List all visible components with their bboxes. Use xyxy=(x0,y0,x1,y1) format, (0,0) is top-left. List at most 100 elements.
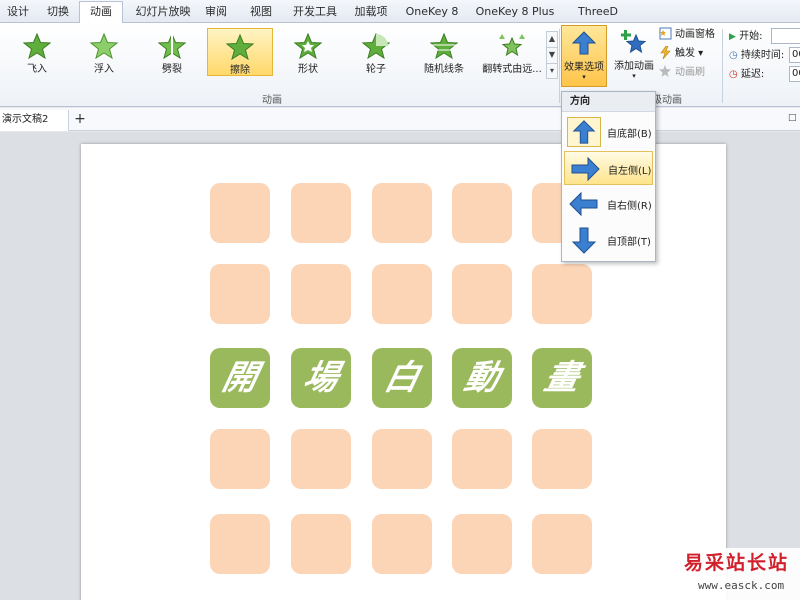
blank-tile[interactable] xyxy=(372,183,432,243)
gallery-item-label: 劈裂 xyxy=(162,64,182,75)
add-star-icon xyxy=(621,30,647,54)
blank-tile[interactable] xyxy=(291,183,351,243)
blank-tile[interactable] xyxy=(210,183,270,243)
gallery-item-wipe[interactable]: 擦除 xyxy=(207,28,273,76)
start-select[interactable] xyxy=(771,28,800,44)
tab-developer[interactable]: 开发工具 xyxy=(290,3,340,23)
gallery-expand[interactable]: ▾ xyxy=(547,64,557,80)
tab-review[interactable]: 审阅 xyxy=(202,3,230,23)
blank-tile[interactable] xyxy=(532,514,592,574)
animation-gallery: 飞入 浮入 劈裂 擦除 形状 轮子 随机线条 翻转式由远... ▲ ▼ ▾ xyxy=(0,25,558,79)
arrow-left-icon xyxy=(569,191,598,217)
gallery-item-label: 形状 xyxy=(298,64,318,75)
tab-addins[interactable]: 加载项 xyxy=(352,3,390,23)
tab-threed[interactable]: ThreeD 2.1 xyxy=(568,3,628,36)
gallery-item-label: 飞入 xyxy=(27,64,47,75)
gallery-item-fly-in[interactable]: 飞入 xyxy=(4,28,70,76)
title-tile[interactable]: 白 xyxy=(372,348,432,408)
title-tile[interactable]: 畫 xyxy=(532,348,592,408)
arrow-up-icon xyxy=(567,117,601,147)
direction-from-bottom[interactable]: 自底部(B) xyxy=(564,115,653,149)
trigger-button[interactable]: 触发 ▾ xyxy=(659,45,703,63)
blank-tile[interactable] xyxy=(452,183,512,243)
title-tile[interactable]: 動 xyxy=(452,348,512,408)
document-tab-strip: 演示文稿2 + □ xyxy=(0,108,800,131)
direction-from-left[interactable]: 自左侧(L) xyxy=(564,151,653,185)
group-label-animation: 动画 xyxy=(262,95,282,106)
blank-tile[interactable] xyxy=(291,264,351,324)
gallery-scrollbar[interactable]: ▲ ▼ ▾ xyxy=(546,31,558,79)
delay-clock-icon: ◷ xyxy=(729,69,738,80)
add-tab-button[interactable]: + xyxy=(71,111,89,129)
tab-onekey8plus[interactable]: OneKey 8 Plus xyxy=(475,3,555,23)
animation-painter-button[interactable]: 动画刷 xyxy=(659,64,705,82)
add-animation-button[interactable]: 添加动画 ▾ xyxy=(611,25,657,87)
animation-pane-label: 动画窗格 xyxy=(675,29,715,40)
document-tab[interactable]: 演示文稿2 xyxy=(0,110,69,131)
gallery-item-wheel[interactable]: 轮子 xyxy=(343,28,409,76)
star-icon xyxy=(499,34,525,57)
animation-pane-icon xyxy=(659,27,672,40)
blank-tile[interactable] xyxy=(452,264,512,324)
blank-tile[interactable] xyxy=(210,429,270,489)
painter-brush-icon xyxy=(659,65,671,77)
watermark-text: 易采站长站 xyxy=(684,552,790,574)
blank-tile[interactable] xyxy=(372,264,432,324)
tab-design[interactable]: 设计 xyxy=(4,3,32,23)
gallery-item-random-bars[interactable]: 随机线条 xyxy=(411,28,477,76)
blank-tile[interactable] xyxy=(210,514,270,574)
arrow-down-icon xyxy=(571,227,597,254)
title-tile[interactable]: 場 xyxy=(291,348,351,408)
tab-animations[interactable]: 动画 xyxy=(79,1,123,24)
star-icon xyxy=(430,33,458,59)
star-icon xyxy=(90,33,118,59)
blank-tile[interactable] xyxy=(210,264,270,324)
arrow-up-icon xyxy=(571,31,597,55)
direction-from-right[interactable]: 自右侧(R) xyxy=(564,187,653,221)
dropdown-title: 方向 xyxy=(562,92,655,112)
blank-tile[interactable] xyxy=(291,429,351,489)
duration-input[interactable]: 00 xyxy=(789,47,800,63)
tab-view[interactable]: 视图 xyxy=(247,3,275,23)
tile-character: 畫 xyxy=(540,358,584,398)
blank-tile[interactable] xyxy=(372,514,432,574)
clock-icon: ◷ xyxy=(729,50,738,61)
tab-slideshow[interactable]: 幻灯片放映 xyxy=(132,3,194,23)
lightning-icon xyxy=(660,46,671,59)
direction-label: 自底部(B) xyxy=(607,129,652,140)
tile-character: 場 xyxy=(299,358,343,398)
gallery-item-split[interactable]: 劈裂 xyxy=(139,28,205,76)
gallery-item-shape[interactable]: 形状 xyxy=(275,28,341,76)
gallery-item-grow-turn[interactable]: 翻转式由远... xyxy=(479,28,545,76)
gallery-scroll-up[interactable]: ▲ xyxy=(547,32,557,48)
direction-label: 自顶部(T) xyxy=(607,237,651,248)
watermark: 易采站长站 www.easck.com xyxy=(678,548,800,600)
star-icon xyxy=(362,33,390,59)
star-icon xyxy=(23,33,51,59)
tab-transitions[interactable]: 切换 xyxy=(44,3,72,23)
direction-label: 自左侧(L) xyxy=(608,166,652,177)
duration-row: ◷ 持续时间: 00 xyxy=(729,46,800,65)
animation-pane-button[interactable]: 动画窗格 xyxy=(659,26,715,44)
chevron-down-icon: ▾ xyxy=(632,72,636,80)
blank-tile[interactable] xyxy=(452,514,512,574)
gallery-item-float-in[interactable]: 浮入 xyxy=(71,28,137,76)
gallery-scroll-down[interactable]: ▼ xyxy=(547,48,557,64)
blank-tile[interactable] xyxy=(452,429,512,489)
group-separator xyxy=(722,29,723,103)
blank-tile[interactable] xyxy=(532,429,592,489)
title-tile[interactable]: 開 xyxy=(210,348,270,408)
effect-options-button[interactable]: 效果选项 ▾ xyxy=(561,25,607,87)
blank-tile[interactable] xyxy=(291,514,351,574)
ribbon: 飞入 浮入 劈裂 擦除 形状 轮子 随机线条 翻转式由远... ▲ ▼ ▾ 动画… xyxy=(0,23,800,107)
direction-from-top[interactable]: 自顶部(T) xyxy=(564,223,653,257)
tab-onekey8[interactable]: OneKey 8 xyxy=(403,3,461,23)
gallery-item-label: 轮子 xyxy=(366,64,386,75)
blank-tile[interactable] xyxy=(372,429,432,489)
gallery-item-label: 翻转式由远... xyxy=(482,64,542,75)
blank-tile[interactable] xyxy=(532,264,592,324)
delay-input[interactable]: 00 xyxy=(789,66,800,82)
watermark-url: www.easck.com xyxy=(698,579,785,592)
ribbon-tab-bar: 设计 切换 动画 幻灯片放映 审阅 视图 开发工具 加载项 OneKey 8 O… xyxy=(0,0,800,36)
restore-icon[interactable]: □ xyxy=(788,113,797,123)
